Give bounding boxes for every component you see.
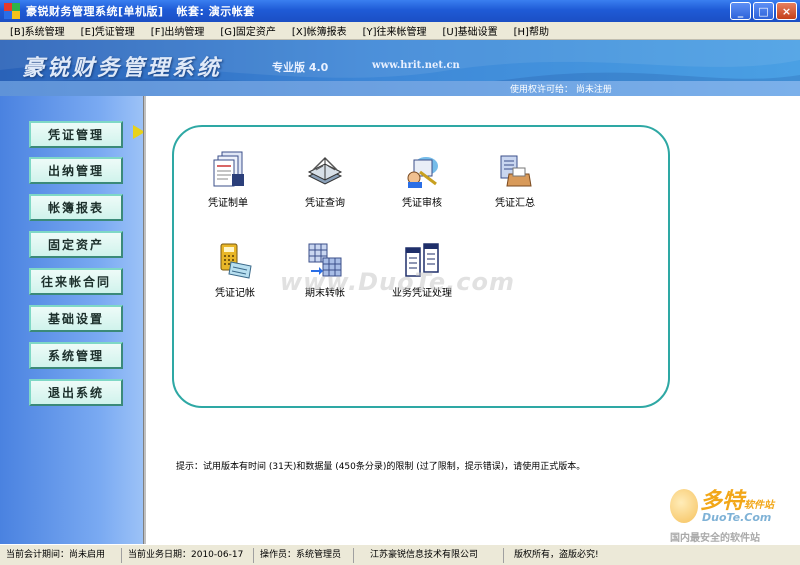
menu-voucher[interactable]: [E]凭证管理 [81,23,135,38]
voucher-summary-icon [495,150,535,190]
voucher-audit-icon [402,150,442,190]
menu-accounts[interactable]: [Y]往来帐管理 [363,23,427,38]
duote-logo-line2: DuoTe.Com [702,511,772,524]
banner-edition: 专业版 4.0 [272,61,329,74]
banner-url: www.hrit.net.cn [372,60,460,71]
app-icon[interactable] [4,3,20,19]
menu-fixed-assets[interactable]: [G]固定资产 [220,23,276,38]
func-voucher-entry-label: 凭证制单 [208,198,248,209]
voucher-query-icon [305,150,345,190]
duote-logo: 多特软件站 DuoTe.Com 国内最安全的软件站 [664,483,800,544]
func-voucher-posting[interactable]: 凭证记帐 [190,240,280,299]
menu-settings[interactable]: [U]基础设置 [443,23,498,38]
voucher-posting-icon [215,240,255,280]
menu-bar: [B]系统管理 [E]凭证管理 [F]出纳管理 [G]固定资产 [X]帐簿报表 … [0,22,800,40]
menu-reports[interactable]: [X]帐簿报表 [292,23,347,38]
duote-logo-line3: 国内最安全的软件站 [670,533,760,544]
nav-ledger-reports[interactable]: 帐簿报表 [29,194,123,221]
status-copyright: 版权所有，盗版必究! [514,549,599,560]
voucher-entry-icon [208,150,248,190]
nav-exit-system[interactable]: 退出系统 [29,379,123,406]
duote-logo-line1-small: 软件站 [744,500,775,511]
func-voucher-entry[interactable]: 凭证制单 [183,150,273,209]
duote-mascot-icon [670,489,698,523]
menu-help[interactable]: [H]帮助 [514,23,549,38]
status-bar: 当前会计期间：尚未启用 当前业务日期：2010-06-17 操作员：系统管理员 … [0,544,800,565]
menu-system[interactable]: [B]系统管理 [10,23,65,38]
maximize-button[interactable]: □ [753,2,774,20]
status-company: 江苏豪锐信息技术有限公司 [354,547,504,563]
nav-system-management[interactable]: 系统管理 [29,342,123,369]
banner-title: 豪锐财务管理系统 [22,55,223,81]
nav-voucher-management[interactable]: 凭证管理 [29,121,123,148]
title-bar: 豪锐财务管理系统[单机版] 帐套: 演示帐套 _ □ × [0,0,800,22]
func-voucher-summary-label: 凭证汇总 [495,198,535,209]
func-voucher-query-label: 凭证查询 [305,198,345,209]
nav-basic-settings[interactable]: 基础设置 [29,305,123,332]
func-voucher-audit[interactable]: 凭证审核 [377,150,467,209]
status-date: 当前业务日期：2010-06-17 [122,547,254,563]
watermark-text: www.DuoTe.com [280,268,515,296]
trial-tip-text: 提示：试用版本有时间 (31天)和数据量 (450条分录)的限制 (过了限制，提… [176,462,586,472]
license-bar [0,81,800,96]
minimize-button[interactable]: _ [730,2,751,20]
func-voucher-query[interactable]: 凭证查询 [280,150,370,209]
func-voucher-posting-label: 凭证记帐 [215,288,255,299]
status-operator: 操作员：系统管理员 [254,547,354,563]
func-voucher-summary[interactable]: 凭证汇总 [470,150,560,209]
nav-accounts-contracts[interactable]: 往来帐合同 [29,268,123,295]
nav-fixed-assets[interactable]: 固定资产 [29,231,123,258]
window-title: 豪锐财务管理系统[单机版] 帐套: 演示帐套 [26,5,255,18]
menu-cashier[interactable]: [F]出纳管理 [151,23,205,38]
status-period: 当前会计期间：尚未启用 [0,547,122,563]
close-button[interactable]: × [776,2,797,20]
func-voucher-audit-label: 凭证审核 [402,198,442,209]
nav-cashier-management[interactable]: 出纳管理 [29,157,123,184]
license-text: 使用权许可给： 尚未注册 [510,85,612,95]
